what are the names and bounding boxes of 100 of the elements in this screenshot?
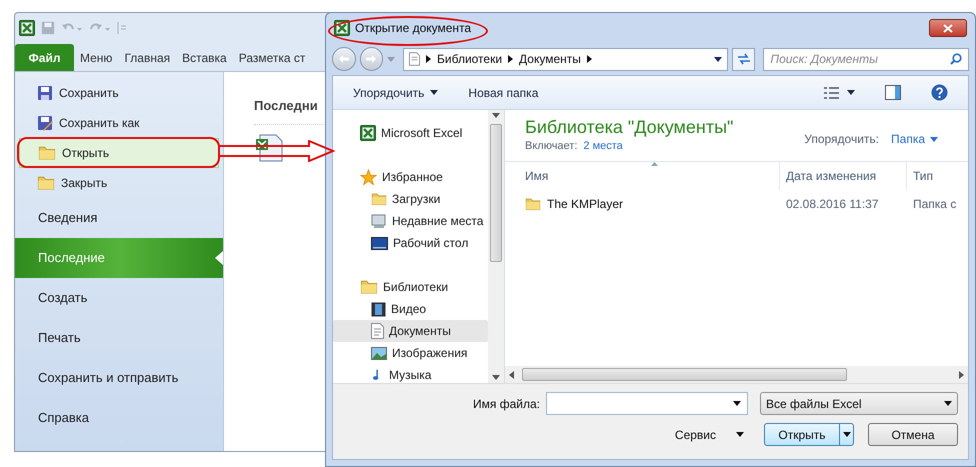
dialog-button[interactable]: Открыть — [764, 423, 854, 446]
ribbon-tab[interactable]: Файл — [15, 44, 74, 71]
library-folder-icon — [360, 279, 378, 295]
caret-icon — [842, 432, 850, 437]
scroll-thumb[interactable] — [490, 124, 502, 262]
includes-label: Включает: — [525, 139, 578, 154]
arrange-dropdown[interactable]: Папка — [891, 130, 938, 148]
caret-icon — [430, 90, 438, 95]
scroll-up-icon — [492, 113, 500, 118]
floppy-pencil-icon — [37, 115, 53, 131]
document-icon — [409, 52, 420, 66]
forward-button[interactable] — [360, 47, 384, 71]
toolbar-button[interactable]: Упорядочить — [353, 84, 438, 102]
ribbon-tab[interactable]: Главная — [118, 44, 176, 71]
address-caret-icon — [714, 56, 722, 62]
history-caret-icon — [387, 56, 396, 62]
downloads-folder-icon — [371, 192, 387, 206]
breadcrumb-item[interactable]: Документы — [519, 50, 581, 68]
tools-menu-button[interactable]: Сервис — [674, 426, 744, 444]
date-cell-text: 02.08.2016 11:37 — [785, 196, 880, 213]
preview-pane-icon[interactable] — [885, 85, 901, 100]
scroll-left-icon — [509, 370, 514, 378]
breadcrumb-arrow-icon — [426, 55, 432, 63]
customize-icon[interactable] — [117, 22, 126, 34]
breadcrumb-arrow-icon — [508, 55, 514, 63]
image-icon — [371, 346, 387, 360]
back-arrow-icon — [338, 55, 349, 63]
document-icon — [371, 323, 384, 339]
excel-icon — [19, 20, 35, 36]
nav-item[interactable]: Рабочий стол — [333, 232, 488, 254]
refresh-button[interactable] — [732, 48, 756, 70]
file-type-dropdown[interactable]: Все файлы Excel — [760, 392, 958, 415]
column-header[interactable]: Тип — [907, 162, 934, 190]
nav-item[interactable]: Документы — [333, 320, 488, 342]
excel-icon — [360, 125, 376, 141]
excel-icon — [334, 20, 350, 36]
nav-item[interactable]: Видео — [333, 298, 488, 320]
menu-item[interactable]: Сохранить как — [19, 108, 219, 138]
type-cell-text: Папка с — [912, 196, 956, 213]
save-icon[interactable] — [41, 21, 55, 35]
recent-heading: Последни — [254, 97, 319, 115]
search-field[interactable]: Поиск: Документы — [770, 50, 950, 68]
star-icon — [360, 168, 377, 186]
breadcrumb-item[interactable]: Библиотеки — [437, 50, 502, 68]
refresh-arrows-icon — [736, 53, 751, 65]
folder-icon — [525, 197, 541, 211]
vertical-scrollbar[interactable] — [488, 110, 504, 383]
list-view-icon — [824, 86, 839, 98]
view-options-button[interactable] — [824, 86, 855, 98]
caret-icon — [930, 136, 938, 142]
menu-item[interactable]: Открыть — [19, 138, 219, 168]
horizontal-scrollbar[interactable] — [505, 366, 968, 383]
open-folder-icon — [38, 145, 56, 161]
nav-item[interactable]: Музыка — [333, 364, 488, 383]
menu-item[interactable]: Печать — [15, 318, 223, 358]
nav-item[interactable]: Библиотеки — [333, 276, 488, 298]
menu-item[interactable]: Справка — [15, 398, 223, 438]
recent-places-icon — [371, 214, 387, 228]
column-header[interactable]: Дата изменения — [780, 162, 907, 190]
menu-item[interactable]: Сведения — [15, 198, 223, 238]
column-header[interactable]: Имя — [505, 162, 780, 190]
includes-link[interactable]: 2 места — [583, 138, 623, 154]
forward-arrow-icon — [366, 55, 376, 63]
search-icon — [950, 53, 962, 65]
file-name[interactable]: The KMPlayer — [547, 195, 624, 213]
address-bar[interactable]: Библиотеки Документы — [403, 48, 728, 70]
film-icon — [371, 302, 386, 316]
toolbar-button[interactable]: Новая папка — [468, 84, 538, 102]
dialog-button[interactable]: Отмена — [868, 423, 958, 446]
menu-item[interactable]: Сохранить — [19, 78, 219, 108]
menu-item[interactable]: Сохранить и отправить — [15, 358, 223, 398]
filename-combo-box[interactable] — [546, 392, 748, 415]
close-icon — [943, 24, 953, 32]
arrange-label: Упорядочить: — [804, 131, 880, 148]
scroll-thumb[interactable] — [522, 368, 847, 381]
nav-item[interactable]: Microsoft Excel — [333, 122, 488, 144]
ribbon-tab[interactable]: Меню — [74, 44, 118, 71]
caret-icon — [736, 432, 744, 437]
nav-item[interactable]: Недавние места — [333, 210, 488, 232]
scroll-right-icon — [959, 370, 964, 378]
caret-icon — [733, 401, 741, 406]
menu-item[interactable]: Создать — [15, 278, 223, 318]
breadcrumb-arrow-icon — [586, 55, 592, 63]
nav-item[interactable]: Загрузки — [333, 188, 488, 210]
folder-icon — [37, 175, 55, 191]
close-button[interactable] — [929, 19, 967, 37]
menu-item[interactable]: Закрыть — [19, 168, 219, 198]
caret-icon — [944, 401, 952, 406]
desktop-icon — [371, 236, 388, 250]
search-box[interactable]: Поиск: Документы — [763, 48, 970, 70]
nav-item[interactable]: Избранное — [333, 166, 488, 188]
ribbon-tab[interactable]: Вставка — [176, 44, 233, 71]
dialog-title: Открытие документа — [355, 20, 472, 37]
ribbon-tab[interactable]: Разметка ст — [232, 44, 312, 71]
library-title: Библиотека "Документы" — [525, 116, 734, 138]
help-icon[interactable] — [931, 84, 948, 101]
nav-item[interactable]: Изображения — [333, 342, 488, 364]
sort-arrow-icon — [651, 162, 658, 166]
filename-label: Имя файла: — [473, 396, 540, 412]
back-button[interactable] — [332, 47, 356, 71]
